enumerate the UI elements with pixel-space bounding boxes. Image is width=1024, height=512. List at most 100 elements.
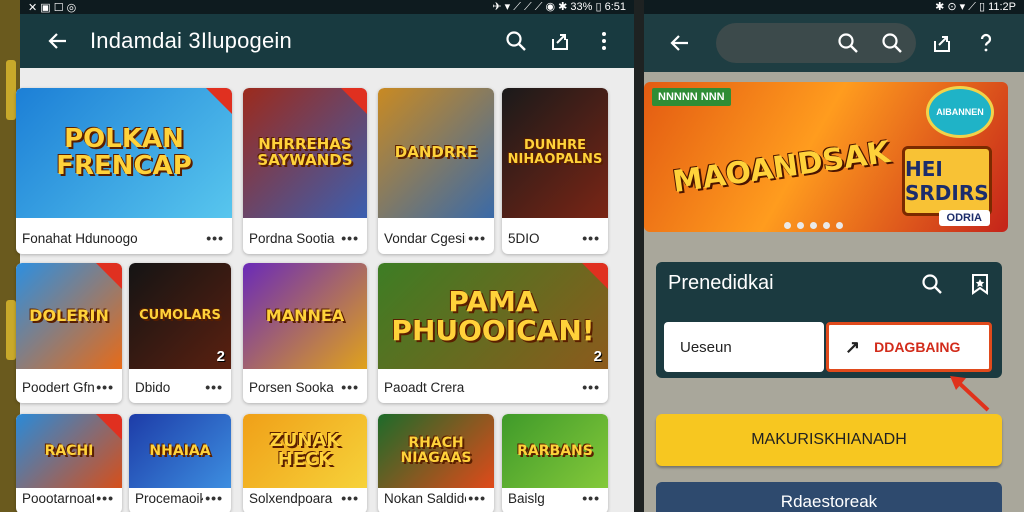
- back-arrow-icon[interactable]: [662, 25, 698, 61]
- scrollbar[interactable]: [622, 68, 634, 512]
- more-options-icon[interactable]: •••: [582, 230, 600, 246]
- more-options-icon[interactable]: •••: [205, 379, 223, 395]
- game-thumbnail[interactable]: CUMOLARS 2: [129, 263, 231, 369]
- game-thumbnail[interactable]: DUNHRE NIHAOPALNS: [502, 88, 608, 218]
- game-card[interactable]: DUNHRE NIHAOPALNS 5DIO •••: [502, 88, 608, 254]
- share-icon[interactable]: [924, 25, 960, 61]
- game-card[interactable]: DOLERIN Poodert Gfnenoals•••: [16, 263, 122, 403]
- more-options-icon[interactable]: •••: [468, 230, 486, 246]
- game-thumbnail[interactable]: ZUNAK HECK: [243, 414, 367, 488]
- more-options-icon[interactable]: •••: [341, 379, 359, 395]
- game-thumbnail[interactable]: POLKAN FRENCAP: [16, 88, 232, 218]
- game-card[interactable]: DANDRRE Vondar Cgesinno..•••: [378, 88, 494, 254]
- search-icon[interactable]: [498, 23, 534, 59]
- device-divider: [634, 0, 644, 512]
- game-title: Poodert Gfnenoals: [22, 379, 94, 395]
- app-bar: Indamdai 3Ilupogein: [20, 14, 634, 68]
- page-title: Indamdai 3Ilupogein: [90, 28, 292, 53]
- game-art-title: DANDRRE: [394, 143, 478, 162]
- more-options-icon[interactable]: •••: [341, 230, 359, 246]
- more-options-icon[interactable]: •••: [96, 490, 114, 506]
- secondary-button[interactable]: Rdaestoreak: [656, 482, 1002, 512]
- game-card[interactable]: RARBANS Baislg •••: [502, 414, 608, 512]
- bezel-accent: [6, 60, 16, 120]
- thumbnail-number: 2: [216, 348, 225, 365]
- highlighted-field-label: DDAGBAING: [874, 339, 961, 355]
- game-art-title: DOLERIN: [29, 305, 109, 325]
- game-card[interactable]: NHRREHAS SAYWANDS Pordna Sootia •••: [243, 88, 367, 254]
- more-options-icon[interactable]: •••: [582, 490, 600, 506]
- more-options-icon[interactable]: •••: [341, 490, 359, 506]
- game-thumbnail[interactable]: RARBANS: [502, 414, 608, 488]
- carousel-dot[interactable]: [784, 222, 791, 229]
- carousel-dot[interactable]: [810, 222, 817, 229]
- bookmark-star-icon[interactable]: [962, 266, 998, 302]
- game-thumbnail[interactable]: DANDRRE: [378, 88, 494, 218]
- featured-banner[interactable]: NNNNN NNN AIBANNEN MAOANDSAK HEI SRDIRS …: [644, 82, 1008, 232]
- carousel-indicator[interactable]: [784, 222, 843, 229]
- search-icon[interactable]: [830, 25, 866, 61]
- new-badge: [582, 263, 608, 289]
- game-card[interactable]: RACHI Poootarnoatso•••: [16, 414, 122, 512]
- game-card[interactable]: MANNEA Porsen Sooka •••: [243, 263, 367, 403]
- more-options-icon[interactable]: •••: [206, 230, 224, 246]
- banner-title: MAOANDSAK: [670, 134, 893, 201]
- banner-logo: AIBANNEN: [926, 86, 994, 138]
- game-title: Poootarnoatso: [22, 490, 94, 506]
- screenshot: ✕ ▣ ☐ ◎ ✈ ▾ ⟋ ⟋ ⟋ ◉ ✱ 33% ▯ 6:51 Indamda…: [0, 0, 1024, 512]
- game-thumbnail[interactable]: RACHI: [16, 414, 122, 488]
- thumbnail-number: 2: [593, 348, 602, 365]
- game-title: Pordna Sootia: [249, 230, 335, 246]
- carousel-dot[interactable]: [797, 222, 804, 229]
- back-arrow-icon[interactable]: [40, 23, 76, 59]
- panel-title: Prenedidkai: [668, 272, 774, 294]
- help-icon[interactable]: [968, 25, 1004, 61]
- search-icon[interactable]: [914, 266, 950, 302]
- game-card[interactable]: NHAIAA Procemaoik •••: [129, 414, 231, 512]
- game-card[interactable]: PAMA PHUOOICAN! 2 Paoadt Crera •••: [378, 263, 608, 403]
- app-bar: [644, 14, 1024, 72]
- game-thumbnail[interactable]: NHAIAA: [129, 414, 231, 488]
- game-title: Procemaoik: [135, 490, 203, 506]
- share-icon[interactable]: [542, 23, 578, 59]
- right-phone-screen: ✱ ⊙ ▾ ⟋ ▯ 11:2P NNNNN NNN AIBANNEN MAOAN…: [644, 0, 1024, 512]
- arrow-pointer-icon: ↗: [845, 336, 861, 357]
- game-card[interactable]: ZUNAK HECK Solxendpoara •••: [243, 414, 367, 512]
- game-thumbnail[interactable]: MANNEA: [243, 263, 367, 369]
- game-art-title: PAMA PHUOOICAN!: [391, 284, 595, 347]
- more-vert-icon[interactable]: [586, 23, 622, 59]
- game-title: Porsen Sooka: [249, 379, 334, 395]
- search-bar[interactable]: [716, 23, 916, 63]
- search-panel: Prenedidkai Ueseun ↗ DDAGBAING: [656, 262, 1002, 378]
- game-thumbnail[interactable]: RHACH NIAGAAS: [378, 414, 494, 488]
- carousel-dot[interactable]: [823, 222, 830, 229]
- bezel-accent: [6, 300, 16, 360]
- game-art-title: ZUNAK HECK: [269, 430, 341, 470]
- game-art-title: POLKAN FRENCAP: [56, 123, 192, 181]
- username-field[interactable]: Ueseun: [664, 322, 824, 372]
- game-art-title: NHAIAA: [149, 442, 211, 459]
- search-icon[interactable]: [874, 25, 910, 61]
- more-options-icon[interactable]: •••: [582, 379, 600, 395]
- game-card[interactable]: POLKAN FRENCAP Fonahat Hdunoogo •••: [16, 88, 232, 254]
- highlighted-field[interactable]: ↗ DDAGBAING: [826, 322, 992, 372]
- more-options-icon[interactable]: •••: [205, 490, 223, 506]
- carousel-dot[interactable]: [836, 222, 843, 229]
- game-art-title: RARBANS: [517, 442, 593, 459]
- game-card[interactable]: CUMOLARS 2 Dbido •••: [129, 263, 231, 403]
- status-right-icons: ✈ ▾ ⟋ ⟋ ⟋ ◉ ✱ 33% ▯ 6:51: [492, 1, 626, 13]
- game-thumbnail[interactable]: NHRREHAS SAYWANDS: [243, 88, 367, 218]
- game-title: Solxendpoara: [249, 490, 333, 506]
- banner-tag: NNNNN NNN: [652, 88, 731, 106]
- status-bar: ✕ ▣ ☐ ◎ ✈ ▾ ⟋ ⟋ ⟋ ◉ ✱ 33% ▯ 6:51: [20, 0, 634, 14]
- more-options-icon[interactable]: •••: [96, 379, 114, 395]
- status-left-icons: ✕ ▣ ☐ ◎: [28, 1, 77, 14]
- new-badge: [206, 88, 232, 114]
- game-thumbnail[interactable]: DOLERIN: [16, 263, 122, 369]
- game-art-title: DUNHRE NIHAOPALNS: [507, 138, 603, 167]
- more-options-icon[interactable]: •••: [468, 490, 486, 506]
- game-card[interactable]: RHACH NIAGAAS Nokan Saldideaa..•••: [378, 414, 494, 512]
- game-art-title: CUMOLARS: [139, 308, 221, 324]
- primary-button[interactable]: MAKURISKHIANADH: [656, 414, 1002, 466]
- game-thumbnail[interactable]: PAMA PHUOOICAN! 2: [378, 263, 608, 369]
